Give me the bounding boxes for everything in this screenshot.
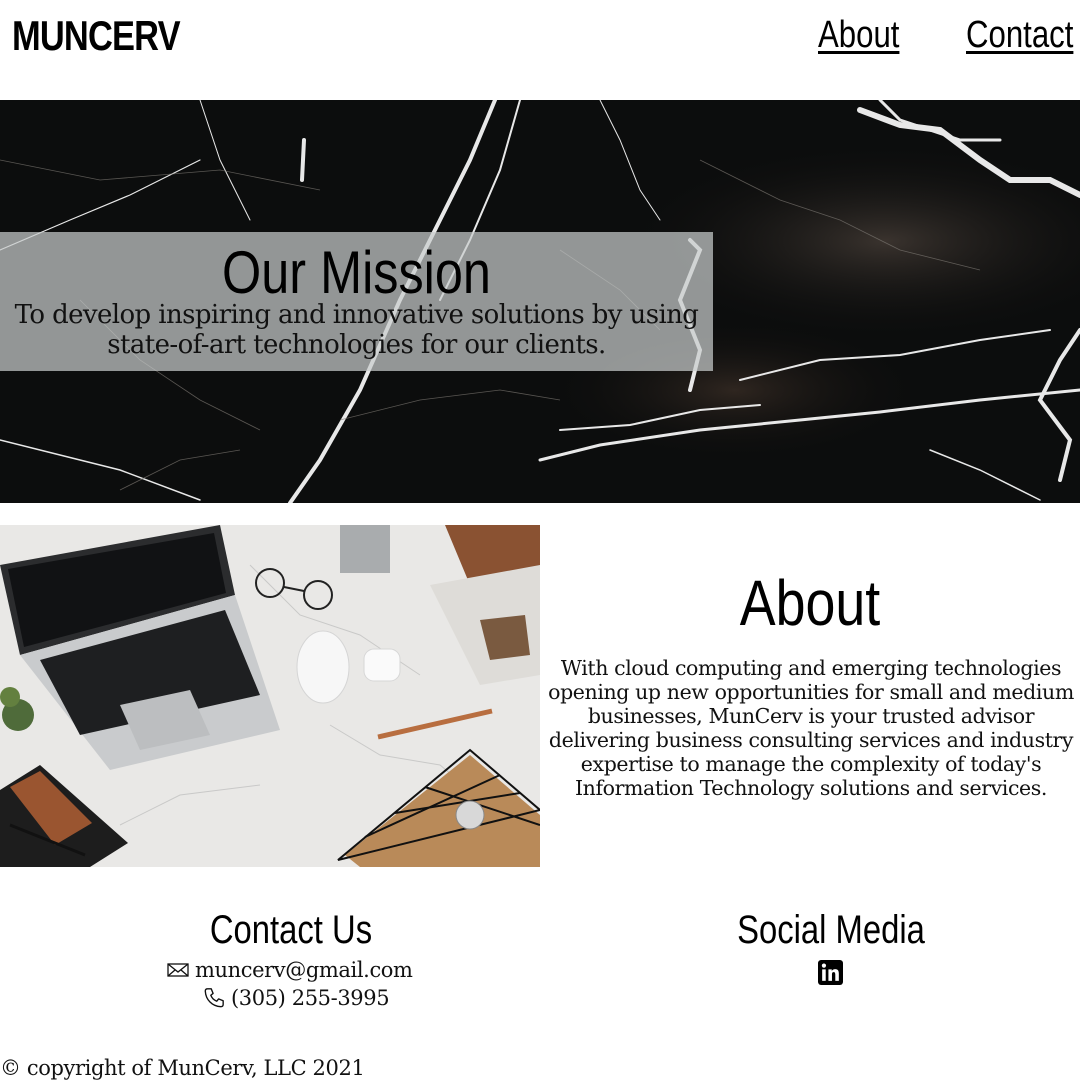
about-text: With cloud computing and emerging techno… <box>548 656 1074 800</box>
envelope-icon <box>167 963 189 977</box>
phone-icon <box>204 988 224 1008</box>
mission-text: To develop inspiring and innovative solu… <box>14 300 699 360</box>
contact-email[interactable]: muncerv@gmail.com <box>195 958 413 982</box>
mission-box: Our Mission To develop inspiring and inn… <box>0 232 713 371</box>
contact-us-title: Contact Us <box>209 908 373 952</box>
nav-link-contact[interactable]: Contact <box>966 14 1073 57</box>
site-header: MUNCERV About Contact <box>0 0 1080 100</box>
copyright-footer: © copyright of MunCerv, LLC 2021 <box>0 1056 365 1080</box>
desk-workspace-image <box>0 525 540 867</box>
social-media-title: Social Media <box>737 908 925 952</box>
about-title: About <box>739 567 881 639</box>
nav-link-about[interactable]: About <box>818 14 899 57</box>
workspace-photo-illustration <box>0 525 540 867</box>
mission-title: Our Mission <box>222 239 491 306</box>
linkedin-icon[interactable] <box>818 960 843 985</box>
mission-hero: Our Mission To develop inspiring and inn… <box>0 100 1080 503</box>
contact-phone[interactable]: (305) 255-3995 <box>231 986 390 1010</box>
contact-phone-line[interactable]: (305) 255-3995 <box>203 986 390 1010</box>
site-logo[interactable]: MUNCERV <box>12 12 181 60</box>
contact-email-line[interactable]: muncerv@gmail.com <box>167 958 413 982</box>
